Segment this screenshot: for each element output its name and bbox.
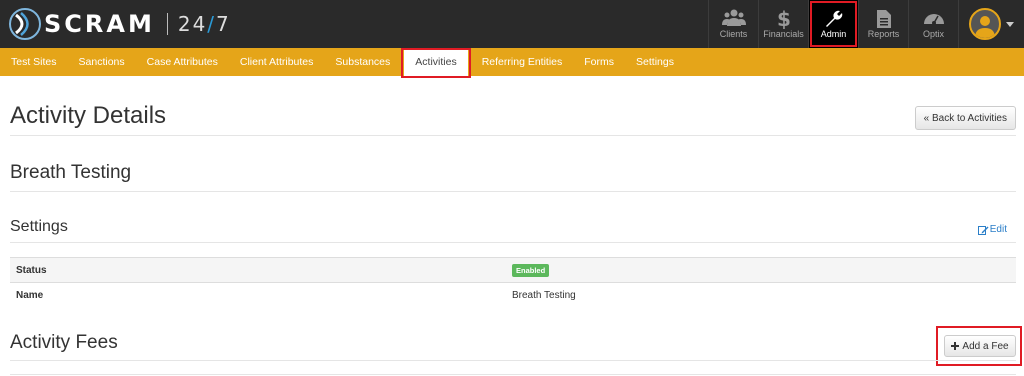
user-avatar-icon: [975, 16, 995, 38]
document-icon: [876, 10, 891, 28]
subnav-case-attributes[interactable]: Case Attributes: [136, 48, 229, 76]
dashboard-icon: [923, 14, 944, 25]
edit-icon: [977, 225, 989, 235]
user-menu[interactable]: [958, 0, 1024, 48]
table-cell-key: Status: [16, 264, 47, 276]
edit-link-label: Edit: [989, 224, 1007, 235]
nav-admin-label: Admin: [820, 29, 847, 39]
nav-optix-label: Optix: [922, 29, 944, 39]
admin-subnav: Test Sites Sanctions Case Attributes Cli…: [0, 48, 1024, 78]
top-navbar: SCRAM 24/7 Clients $ Financials Admin Re…: [0, 0, 1024, 48]
divider: [10, 135, 1016, 136]
chevron-down-icon: [1006, 22, 1014, 27]
nav-reports[interactable]: Reports: [858, 0, 908, 48]
subnav-sanctions[interactable]: Sanctions: [68, 48, 136, 76]
brand-tagline: 24/7: [178, 12, 231, 36]
edit-link[interactable]: Edit: [977, 224, 1007, 235]
activity-name-heading: Breath Testing: [10, 162, 132, 183]
divider: [10, 191, 1016, 192]
page-title: Activity Details: [10, 102, 167, 129]
subnav-client-attributes[interactable]: Client Attributes: [229, 48, 325, 76]
top-nav-icons: Clients $ Financials Admin Reports Optix: [708, 0, 1024, 48]
subnav-activities[interactable]: Activities: [401, 48, 472, 78]
subnav-referring-entities[interactable]: Referring Entities: [471, 48, 574, 76]
add-fee-button[interactable]: Add a Fee: [944, 335, 1016, 357]
settings-table: Status Enabled Name Breath Testing: [10, 257, 1016, 307]
settings-heading: Settings: [10, 218, 68, 235]
plus-icon: [951, 342, 960, 350]
table-cell-value: Breath Testing: [512, 289, 576, 301]
brand-name: SCRAM: [44, 10, 155, 38]
brand-tagline-left: 24: [177, 12, 208, 36]
table-cell-key: Name: [16, 289, 44, 301]
subnav-settings[interactable]: Settings: [625, 48, 685, 76]
divider: [10, 374, 1016, 375]
nav-financials[interactable]: $ Financials: [758, 0, 808, 48]
dollar-icon: $: [777, 9, 791, 29]
table-cell-value: Enabled: [512, 263, 550, 277]
status-badge: Enabled: [512, 263, 550, 277]
brand-tagline-slash: /: [207, 12, 217, 36]
nav-reports-label: Reports: [867, 29, 900, 39]
nav-financials-label: Financials: [763, 29, 804, 39]
nav-admin[interactable]: Admin: [808, 0, 858, 48]
subnav-substances[interactable]: Substances: [324, 48, 401, 76]
back-to-activities-button[interactable]: « Back to Activities: [914, 106, 1016, 130]
table-row: Name Breath Testing: [10, 282, 1016, 307]
add-fee-label: Add a Fee: [962, 340, 1009, 352]
wrench-icon: [825, 10, 842, 27]
nav-clients-label: Clients: [719, 29, 748, 39]
subnav-test-sites[interactable]: Test Sites: [0, 48, 68, 76]
scram-logo[interactable]: SCRAM 24/7: [8, 6, 231, 42]
brand-tagline-right: 7: [216, 12, 231, 36]
scram-logo-mark-icon: [9, 8, 41, 40]
table-row: Status Enabled: [10, 257, 1016, 282]
divider: [10, 242, 1016, 243]
logo-separator: [166, 13, 168, 35]
nav-clients[interactable]: Clients: [708, 0, 758, 48]
nav-optix[interactable]: Optix: [908, 0, 958, 48]
avatar: [969, 8, 1001, 40]
svg-text:$: $: [777, 9, 791, 29]
subnav-forms[interactable]: Forms: [573, 48, 625, 76]
divider: [10, 360, 1016, 361]
activity-fees-heading: Activity Fees: [10, 332, 118, 353]
users-icon: [721, 9, 746, 26]
